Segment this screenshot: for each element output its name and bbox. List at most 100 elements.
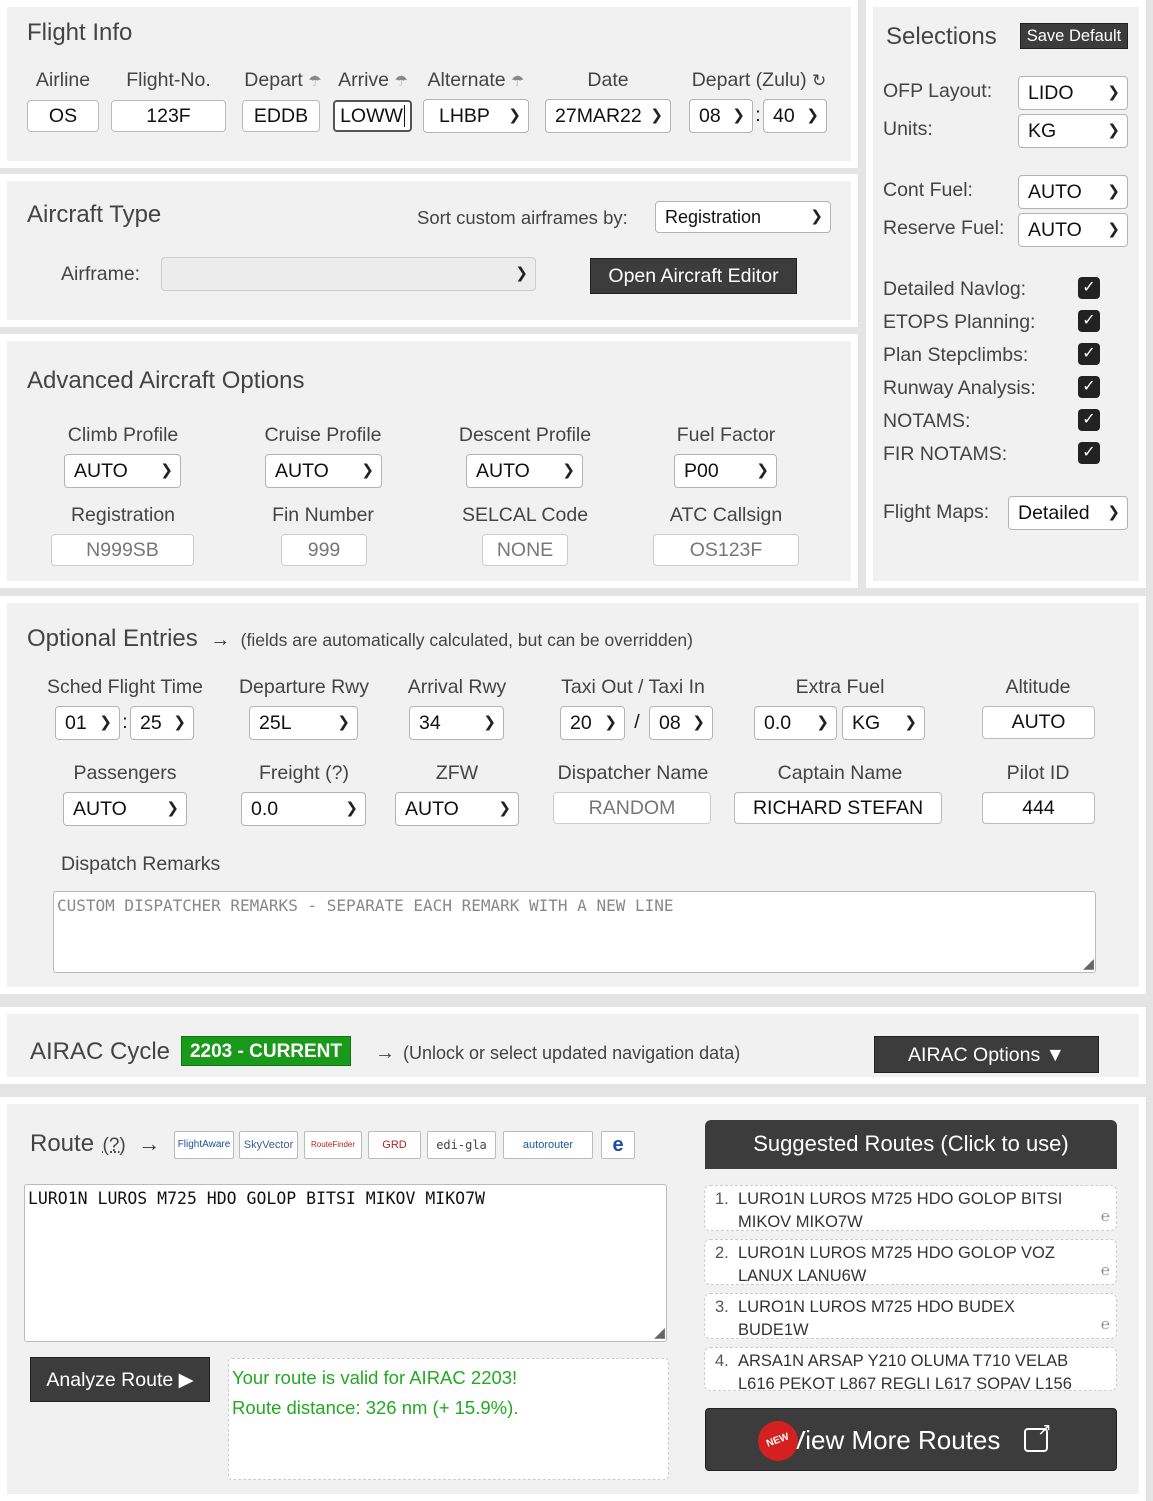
- airac-options-button[interactable]: AIRAC Options ▼: [874, 1036, 1099, 1073]
- chevron-down-icon: ❯: [806, 107, 819, 124]
- atc-callsign-input[interactable]: OS123F: [653, 534, 799, 566]
- resize-handle-icon[interactable]: ◢: [654, 1322, 665, 1343]
- edi-gla-logo[interactable]: edi-gla: [427, 1131, 496, 1159]
- chevron-down-icon: ❯: [498, 800, 511, 817]
- arrival-rwy-select[interactable]: 34 ❯: [409, 706, 504, 740]
- save-default-button[interactable]: Save Default: [1020, 23, 1128, 49]
- date-select[interactable]: 27MAR22 ❯: [545, 99, 671, 133]
- fir-notams-checkbox[interactable]: ✓: [1078, 442, 1100, 464]
- fin-number-label: Fin Number: [272, 504, 374, 526]
- aircraft-type-title: Aircraft Type: [27, 201, 162, 228]
- resize-handle-icon[interactable]: ◢: [1083, 953, 1094, 972]
- fin-number-input[interactable]: 999: [281, 534, 367, 566]
- registration-label: Registration: [70, 504, 176, 526]
- freight-select[interactable]: 0.0 ❯: [241, 792, 366, 826]
- chevron-down-icon: ❯: [515, 265, 528, 282]
- etops-planning-checkbox[interactable]: ✓: [1078, 310, 1100, 332]
- sort-select[interactable]: Registration ❯: [655, 201, 831, 233]
- refresh-icon[interactable]: ↻: [812, 71, 826, 90]
- flight-no-input[interactable]: 123F: [111, 100, 226, 132]
- climb-profile-select[interactable]: AUTO ❯: [64, 454, 181, 488]
- chevron-down-icon: ❯: [345, 800, 358, 817]
- eurocontrol-logo[interactable]: e: [601, 1131, 635, 1159]
- suggested-route-item[interactable]: 2. LURO1N LUROS M725 HDO GOLOP VOZ LANUX …: [704, 1239, 1117, 1285]
- airframe-select[interactable]: ❯: [161, 257, 536, 291]
- pilot-id-input[interactable]: 444: [982, 792, 1095, 824]
- autorouter-logo[interactable]: autorouter: [503, 1131, 593, 1159]
- dispatch-remarks-textarea[interactable]: CUSTOM DISPATCHER REMARKS - SEPARATE EAC…: [53, 891, 1096, 973]
- route-valid-text: Your route is valid for AIRAC 2203!: [232, 1367, 518, 1388]
- climb-profile-label: Climb Profile: [67, 424, 179, 446]
- sched-hour-select[interactable]: 01 ❯: [55, 706, 120, 740]
- units-select[interactable]: KG ❯: [1018, 114, 1128, 148]
- advanced-options-panel: Advanced Aircraft Options Climb Profile …: [0, 334, 858, 588]
- aircraft-type-panel: Aircraft Type Sort custom airframes by: …: [0, 174, 858, 327]
- registration-input[interactable]: N999SB: [51, 534, 194, 566]
- departure-rwy-select[interactable]: 25L ❯: [249, 706, 358, 740]
- routefinder-logo[interactable]: RouteFinder: [304, 1131, 362, 1159]
- depart-input[interactable]: EDDB: [242, 100, 320, 132]
- weather-icon[interactable]: ☂: [511, 73, 524, 90]
- freight-label: Freight (?): [259, 762, 349, 784]
- arrow-right-icon: →: [375, 1042, 395, 1064]
- grd-logo[interactable]: GRD: [368, 1131, 421, 1159]
- suggested-route-item[interactable]: 3. LURO1N LUROS M725 HDO BUDEX BUDE1W ℮: [704, 1293, 1117, 1339]
- cont-fuel-select[interactable]: AUTO ❯: [1018, 175, 1128, 209]
- selcal-input[interactable]: NONE: [482, 534, 568, 566]
- taxi-out-select[interactable]: 20 ❯: [560, 706, 625, 740]
- ofp-layout-select[interactable]: LIDO ❯: [1018, 76, 1128, 110]
- passengers-select[interactable]: AUTO ❯: [63, 792, 187, 826]
- airline-input[interactable]: OS: [27, 100, 99, 132]
- sched-minute-select[interactable]: 25 ❯: [130, 706, 194, 740]
- suggested-route-item[interactable]: 4. ARSA1N ARSAP Y210 OLUMA T710 VELAB L61…: [704, 1347, 1117, 1391]
- weather-icon[interactable]: ☂: [394, 73, 407, 90]
- arrive-input[interactable]: LOWW: [333, 100, 412, 132]
- extra-fuel-select[interactable]: 0.0 ❯: [754, 706, 837, 740]
- chevron-down-icon: ❯: [732, 107, 745, 124]
- notams-checkbox[interactable]: ✓: [1078, 409, 1100, 431]
- descent-profile-select[interactable]: AUTO ❯: [466, 454, 583, 488]
- altitude-input[interactable]: AUTO: [982, 706, 1095, 739]
- flight-info-title: Flight Info: [27, 19, 133, 46]
- dispatcher-name-input[interactable]: RANDOM: [553, 792, 711, 824]
- taxi-label: Taxi Out / Taxi In: [561, 676, 705, 698]
- route-header: Route (?) →: [30, 1130, 160, 1158]
- detailed-navlog-checkbox[interactable]: ✓: [1078, 277, 1100, 299]
- chevron-down-icon: ❯: [1107, 221, 1120, 238]
- arrow-right-icon: →: [138, 1131, 161, 1156]
- plan-stepclimbs-checkbox[interactable]: ✓: [1078, 343, 1100, 365]
- suggested-route-item[interactable]: 1. LURO1N LUROS M725 HDO GOLOP BITSI MIKO…: [704, 1185, 1117, 1231]
- chevron-down-icon: ❯: [650, 107, 663, 124]
- depart-minute-select[interactable]: 40 ❯: [763, 99, 827, 133]
- flight-maps-select[interactable]: Detailed ❯: [1008, 496, 1128, 530]
- flightaware-logo[interactable]: FlightAware: [174, 1131, 234, 1159]
- depart-hour-select[interactable]: 08 ❯: [689, 99, 753, 133]
- taxi-in-select[interactable]: 08 ❯: [649, 706, 713, 740]
- zfw-select[interactable]: AUTO ❯: [395, 792, 519, 826]
- flight-no-label: Flight-No.: [126, 69, 211, 91]
- eurocontrol-icon: ℮: [1100, 1208, 1110, 1225]
- runway-analysis-checkbox[interactable]: ✓: [1078, 376, 1100, 398]
- dispatcher-name-label: Dispatcher Name: [557, 762, 709, 784]
- route-textarea[interactable]: LURO1N LUROS M725 HDO GOLOP BITSI MIKOV …: [24, 1184, 667, 1343]
- sched-flight-time-label: Sched Flight Time: [46, 676, 204, 698]
- extra-fuel-unit-select[interactable]: KG ❯: [842, 706, 925, 740]
- cruise-profile-select[interactable]: AUTO ❯: [265, 454, 382, 488]
- flight-info-panel: Flight Info Airline Flight-No. Depart ☂ …: [0, 0, 858, 168]
- alternate-select[interactable]: LHBP ❯: [423, 99, 529, 133]
- weather-icon[interactable]: ☂: [308, 73, 321, 90]
- skyvector-logo[interactable]: SkyVector: [239, 1131, 298, 1159]
- reserve-fuel-select[interactable]: AUTO ❯: [1018, 213, 1128, 247]
- chevron-down-icon: ❯: [692, 714, 705, 731]
- view-more-routes-button[interactable]: NEW View More Routes ↗: [705, 1408, 1117, 1471]
- chevron-down-icon: ❯: [604, 714, 617, 731]
- open-aircraft-editor-button[interactable]: Open Aircraft Editor: [590, 258, 797, 294]
- route-help-link[interactable]: (?): [103, 1135, 126, 1156]
- captain-name-input[interactable]: RICHARD STEFAN: [734, 792, 942, 824]
- extra-fuel-label: Extra Fuel: [795, 676, 885, 698]
- chevron-down-icon: ❯: [160, 462, 173, 479]
- chevron-down-icon: ❯: [337, 714, 350, 731]
- optional-entries-header: Optional Entries → (fields are automatic…: [27, 625, 693, 653]
- analyze-route-button[interactable]: Analyze Route ▶: [30, 1357, 210, 1402]
- fuel-factor-select[interactable]: P00 ❯: [674, 454, 777, 488]
